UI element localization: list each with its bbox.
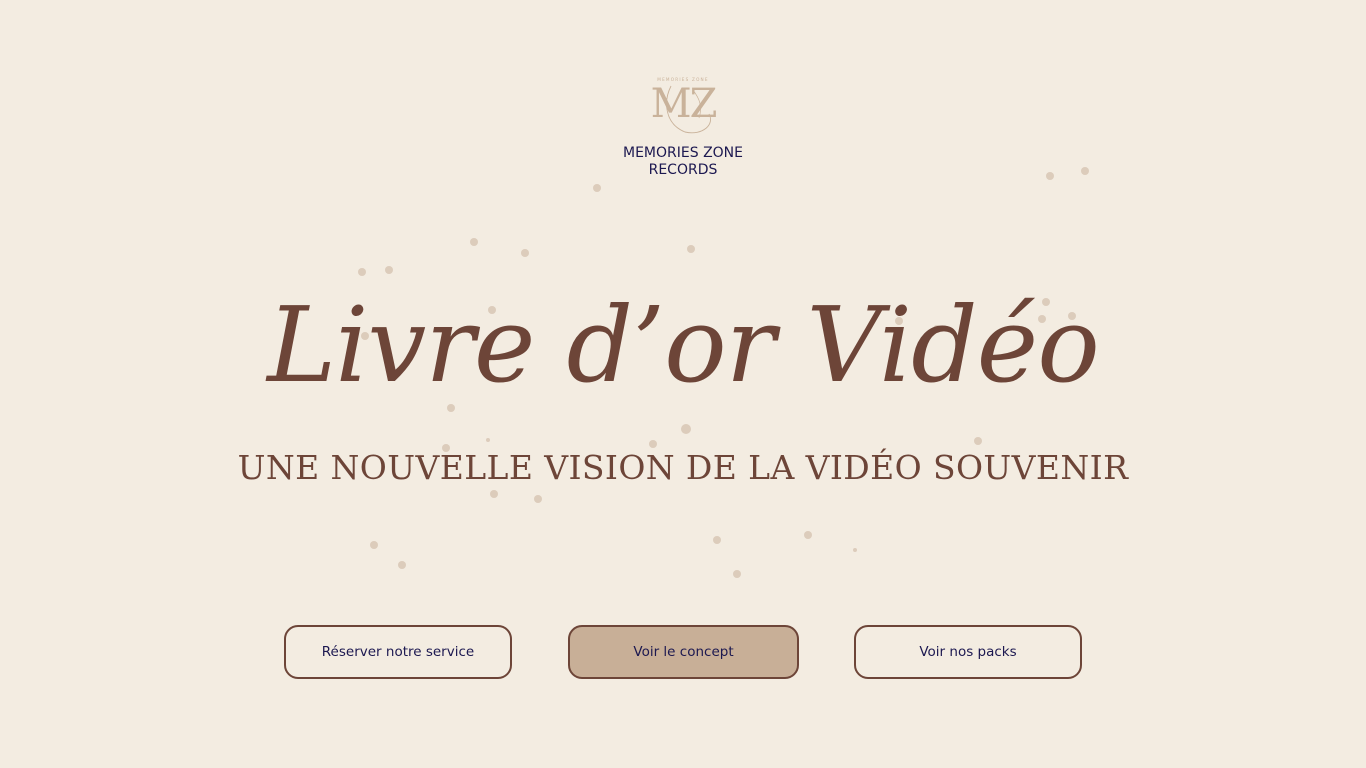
- logo-monogram: MZ: [651, 81, 717, 127]
- brand-name-line2: RECORDS: [648, 162, 718, 178]
- view-concept-button[interactable]: Voir le concept: [568, 625, 799, 679]
- brand-name-line1: MEMORIES ZONE: [623, 145, 743, 161]
- reserve-service-button[interactable]: Réserver notre service: [284, 625, 512, 679]
- brand-name: MEMORIES ZONE RECORDS: [583, 145, 783, 179]
- landing-page: MEMORIES ZONE MZ MEMORIES ZONE RECORDS L…: [0, 0, 1366, 768]
- hero-subtitle: UNE NOUVELLE VISION DE LA VIDÉO SOUVENIR: [237, 448, 1129, 487]
- hero-title: Livre d’or Vidéo: [267, 284, 1100, 406]
- mz-logo: MEMORIES ZONE MZ: [651, 77, 719, 134]
- view-packs-button[interactable]: Voir nos packs: [854, 625, 1082, 679]
